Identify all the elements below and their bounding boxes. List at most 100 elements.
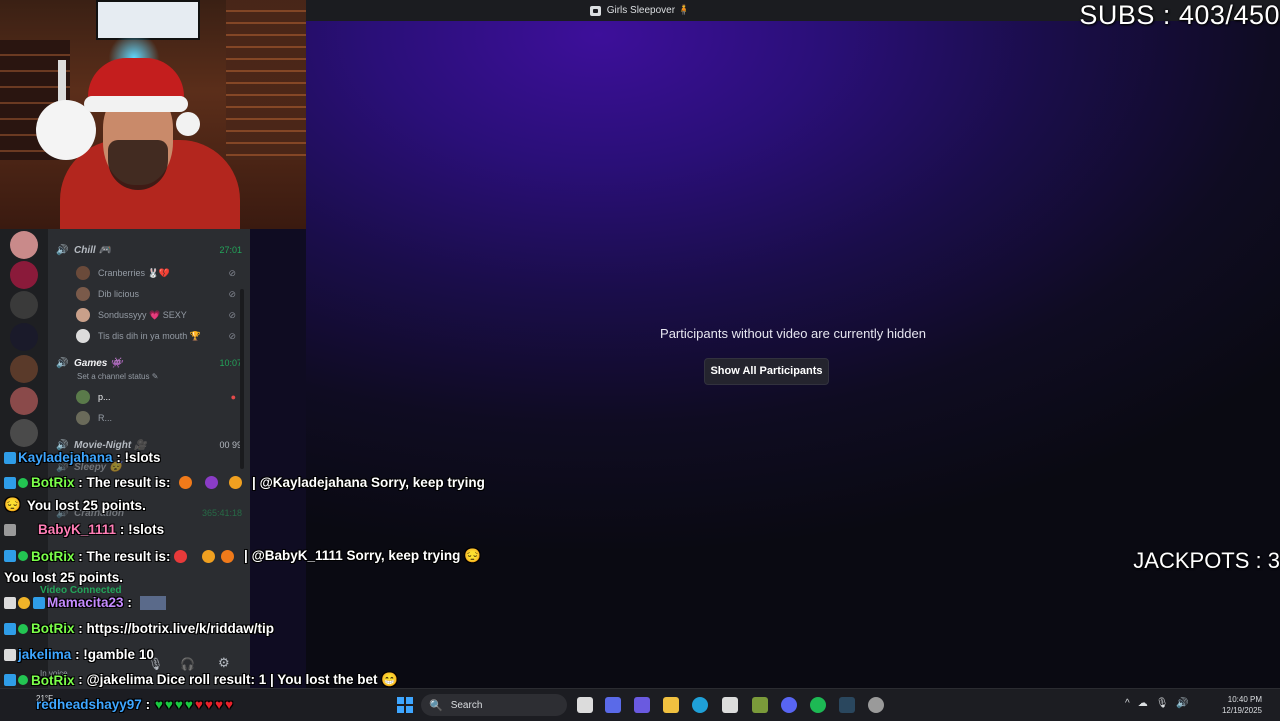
- verified-badge-icon: [18, 623, 28, 634]
- avatar: [76, 308, 90, 322]
- server-icon[interactable]: [10, 419, 38, 447]
- jackpots-counter: JACKPOTS : 3: [1133, 548, 1280, 573]
- show-all-participants-button[interactable]: Show All Participants: [704, 358, 829, 385]
- chat-message: BotRix : The result is: | @Kayladejahana…: [4, 475, 485, 490]
- chat-text: : The result is:: [78, 548, 171, 564]
- eggplant-emote-icon: [204, 476, 218, 489]
- chat-message: Mamacita23 :: [4, 595, 166, 610]
- store-icon[interactable]: [722, 697, 738, 713]
- server-icon[interactable]: [10, 323, 38, 351]
- windows-taskbar: 21°F redheadshayy97 : ♥ ♥ ♥ ♥ ♥ ♥ ♥ ♥ 🔍 …: [0, 688, 1280, 721]
- member-name: Sondussyyy 💗 SEXY: [98, 309, 187, 320]
- server-icon[interactable]: [10, 261, 38, 289]
- channel-timer: 10:07: [219, 358, 242, 368]
- system-tray[interactable]: ^☁🎙🔊: [1125, 698, 1197, 709]
- chat-username: jakelima: [18, 647, 72, 662]
- server-icon[interactable]: [10, 231, 38, 259]
- watermelon-emote-icon: [173, 549, 187, 563]
- deafened-icon: ⊘: [228, 309, 236, 320]
- discord-icon[interactable]: [781, 697, 797, 713]
- tv-screen: [96, 0, 200, 40]
- chat-text: : https://botrix.live/k/riddaw/tip: [78, 621, 275, 636]
- search-icon: 🔍: [429, 699, 443, 712]
- red-heart-icon: ♥: [224, 697, 233, 712]
- taskbar-clock[interactable]: 10:40 PM 12/19/2025: [1222, 694, 1262, 716]
- webcam-feed: [0, 0, 306, 229]
- voice-member[interactable]: Dib licious ⊘: [76, 285, 236, 303]
- server-icon[interactable]: [10, 291, 38, 319]
- obs-icon[interactable]: [868, 697, 884, 713]
- chat-text: | @BabyK_1111 Sorry, keep trying 😔: [244, 548, 481, 563]
- avatar: [76, 390, 90, 404]
- stream-chat-overlay: Kayladejahana : !slots BotRix : The resu…: [0, 450, 520, 690]
- edge-icon[interactable]: [692, 697, 708, 713]
- deafened-icon: ●: [230, 392, 236, 402]
- copilot-icon[interactable]: [605, 697, 621, 713]
- channel-user-count: 00 99: [219, 440, 242, 450]
- share-badge-icon: [4, 550, 16, 562]
- teams-icon[interactable]: [634, 697, 650, 713]
- server-icon[interactable]: [10, 355, 38, 383]
- voice-channel-games[interactable]: 🔊 Games 👾 10:07: [56, 354, 242, 372]
- green-heart-icon: ♥: [164, 697, 173, 712]
- santa-hat-pom: [176, 112, 200, 136]
- verified-badge-icon: [18, 477, 28, 488]
- channel-status[interactable]: Set a channel status ✎: [77, 372, 158, 381]
- chat-message: BotRix : https://botrix.live/k/riddaw/ti…: [4, 621, 274, 636]
- shelf: [226, 0, 306, 160]
- green-heart-icon: ♥: [174, 697, 183, 712]
- clock-time: 10:40 PM: [1227, 695, 1262, 704]
- member-name: Dib licious: [98, 289, 140, 299]
- deafened-icon: ⊘: [228, 288, 236, 299]
- windows-start-icon[interactable]: [397, 697, 413, 713]
- spotify-icon[interactable]: [810, 697, 826, 713]
- channel-name: Games 👾: [74, 357, 123, 369]
- steam-icon[interactable]: [839, 697, 855, 713]
- chat-message: redheadshayy97 : ♥ ♥ ♥ ♥ ♥ ♥ ♥ ♥: [36, 697, 234, 712]
- speaker-icon: 🔊: [56, 244, 69, 256]
- chat-text: You lost 25 points.: [26, 497, 146, 513]
- chat-message: 😔 You lost 25 points.: [4, 497, 146, 513]
- chat-text: : !gamble 10: [75, 647, 154, 662]
- voice-member[interactable]: p... ●: [76, 388, 236, 406]
- share-badge-icon: [4, 622, 16, 635]
- channel-name: Chill 🎮: [74, 244, 111, 256]
- sad-emote-icon: 😔: [4, 497, 21, 512]
- task-view-icon[interactable]: [577, 697, 593, 713]
- chat-username: redheadshayy97: [36, 697, 142, 712]
- chat-message: Kayladejahana : !slots: [4, 450, 161, 465]
- voice-member[interactable]: Tis dis dih in ya mouth 🏆 ⊘: [76, 327, 236, 345]
- green-heart-icon: ♥: [184, 697, 193, 712]
- voice-member[interactable]: R...: [76, 409, 236, 427]
- pineapple-emote-icon: [201, 549, 215, 563]
- voice-channel-chill[interactable]: 🔊 Chill 🎮 27:01: [56, 241, 242, 259]
- chat-message: You lost 25 points.: [4, 570, 123, 585]
- app-icon[interactable]: [752, 697, 768, 713]
- gift-badge-icon: [4, 523, 16, 536]
- chat-username: BotRix: [31, 548, 75, 564]
- member-name: p...: [98, 392, 111, 402]
- voice-member[interactable]: Sondussyyy 💗 SEXY ⊘: [76, 306, 236, 324]
- red-heart-icon: ♥: [204, 697, 213, 712]
- search-label: Search: [450, 699, 483, 711]
- chat-text: You lost 25 points.: [4, 570, 124, 585]
- chat-username: BotRix: [31, 475, 75, 490]
- voice-member[interactable]: Cranberries 🐰💔 ⊘: [76, 264, 236, 282]
- server-icon[interactable]: [10, 387, 38, 415]
- taskbar-search[interactable]: 🔍 Search: [421, 694, 567, 716]
- chat-message: BabyK_1111 : !slots: [4, 522, 164, 537]
- file-explorer-icon[interactable]: [663, 697, 679, 713]
- speaker-icon: 🔊: [56, 439, 69, 451]
- chat-message: BotRix : The result is: | @BabyK_1111 So…: [4, 548, 481, 564]
- chat-username: BotRix: [31, 672, 75, 688]
- mail-badge-icon: [4, 648, 16, 661]
- channel-name: Movie-Night 🎥: [74, 439, 147, 451]
- verified-badge-icon: [18, 551, 28, 561]
- channel-title: Girls Sleepover 🧍: [606, 5, 691, 16]
- member-name: R...: [98, 413, 113, 423]
- green-heart-icon: ♥: [154, 697, 163, 712]
- channel-scrollbar[interactable]: [240, 289, 244, 469]
- coin-badge-icon: [18, 596, 30, 609]
- santa-hat-band: [84, 96, 188, 112]
- channel-timer: 27:01: [219, 245, 242, 255]
